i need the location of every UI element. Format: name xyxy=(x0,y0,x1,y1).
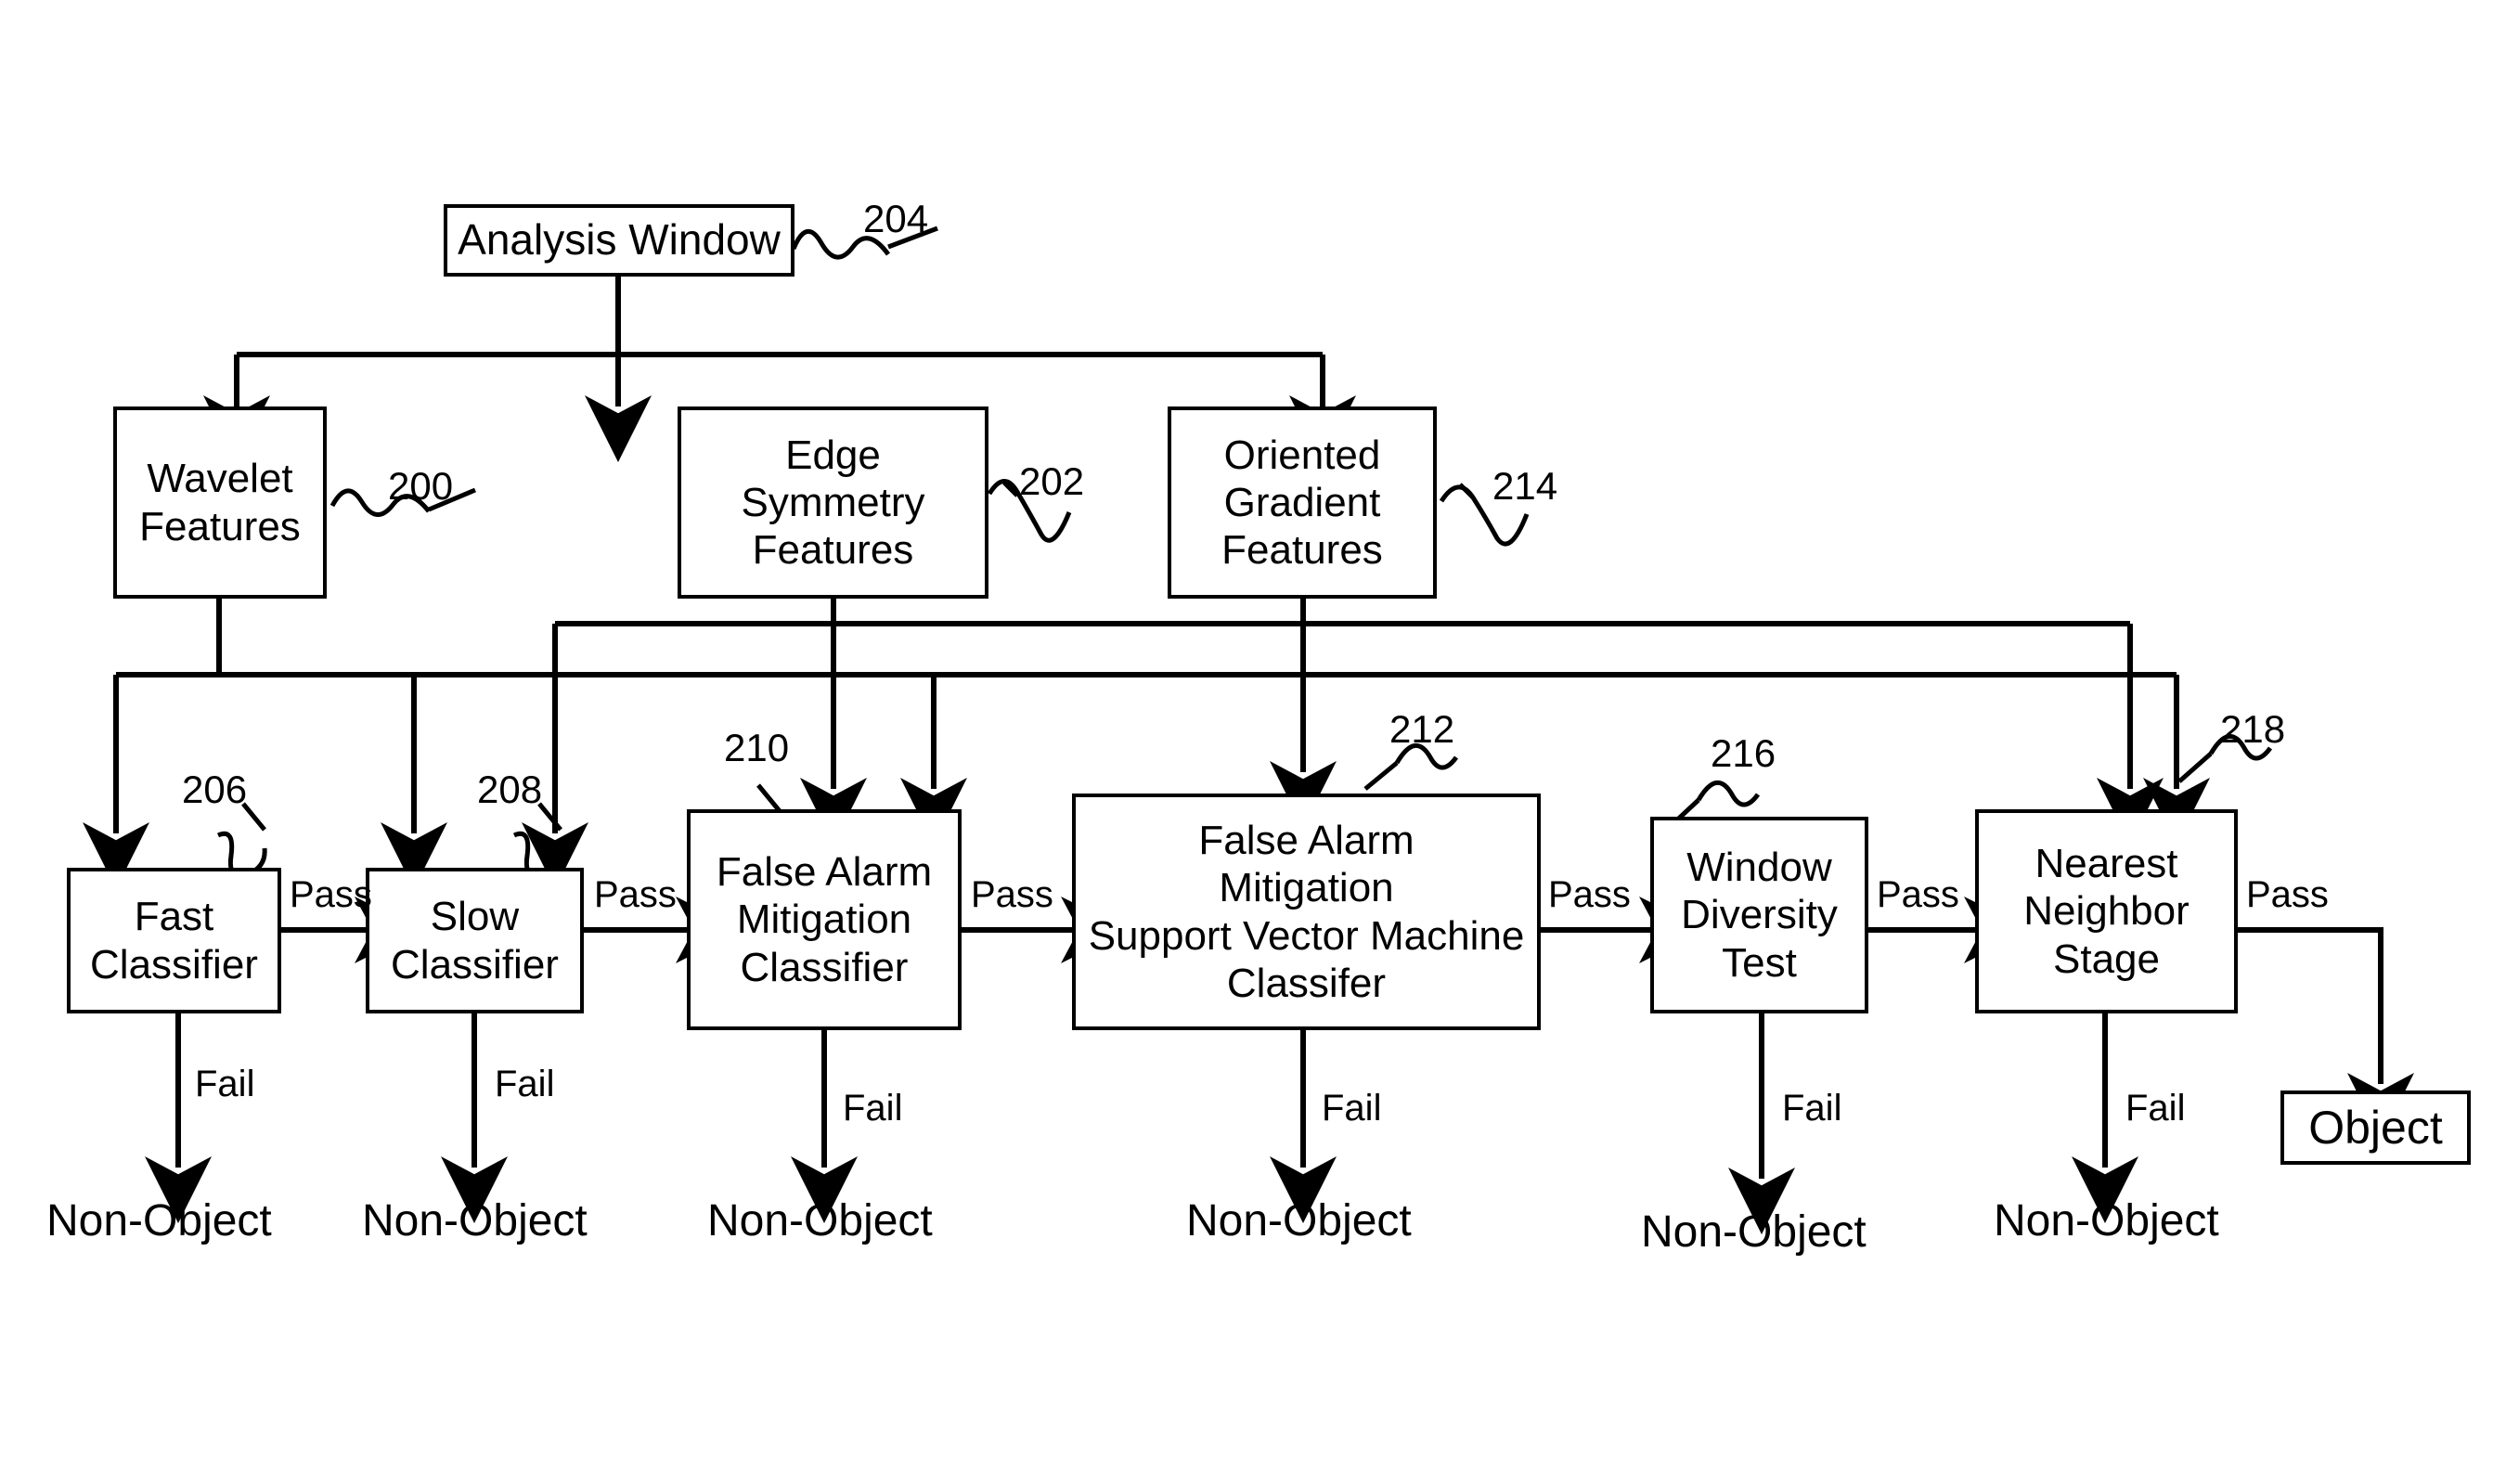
ref-200: 200 xyxy=(388,464,454,508)
leader-tail-202 xyxy=(1002,481,1019,497)
edge-label-pass-svm-to-wdt: Pass xyxy=(1548,874,1631,915)
node-edge-symmetry-features-label: Edge Symmetry Features xyxy=(741,432,925,574)
node-false-alarm-svm-classifier[interactable]: False Alarm Mitigation Support Vector Mach… xyxy=(1072,794,1541,1030)
ref-212: 212 xyxy=(1389,707,1455,751)
edge-label-pass-wdt-to-nn: Pass xyxy=(1877,874,1959,915)
node-wavelet-features[interactable]: Wavelet Features xyxy=(113,406,327,599)
node-object-label: Object xyxy=(2308,1102,2443,1154)
node-false-alarm-svm-classifier-label: False Alarm Mitigation Support Vector Mach… xyxy=(1088,818,1525,1006)
terminal-non-object-6: Non-Object xyxy=(1994,1196,2219,1245)
ref-214: 214 xyxy=(1492,464,1558,508)
node-false-alarm-mitigation-classifier[interactable]: False Alarm Mitigation Classifier xyxy=(687,809,962,1030)
node-wavelet-features-label: Wavelet Features xyxy=(139,456,301,549)
node-window-diversity-test[interactable]: Window Diversity Test xyxy=(1650,817,1868,1013)
edge-label-fail-svm-classifier: Fail xyxy=(1322,1088,1382,1129)
edge-label-fail-fast-classifier: Fail xyxy=(195,1064,255,1104)
ref-202: 202 xyxy=(1019,459,1085,503)
edge-label-fail-fam-classifier: Fail xyxy=(843,1088,903,1129)
leader-216 xyxy=(1696,781,1761,807)
ref-218: 218 xyxy=(2220,707,2286,751)
node-window-diversity-test-label: Window Diversity Test xyxy=(1681,845,1838,986)
terminal-non-object-4: Non-Object xyxy=(1186,1196,1412,1245)
ref-208: 208 xyxy=(477,768,543,811)
leader-tail-212 xyxy=(1363,761,1399,791)
terminal-non-object-1: Non-Object xyxy=(46,1196,272,1245)
node-nearest-neighbor-stage-label: Nearest Neighbor Stage xyxy=(2023,841,2190,982)
node-false-alarm-mitigation-classifier-label: False Alarm Mitigation Classifier xyxy=(716,849,933,990)
node-oriented-gradient-features[interactable]: Oriented Gradient Features xyxy=(1168,406,1437,599)
edge-label-pass-fast-to-slow: Pass xyxy=(290,874,372,915)
terminal-non-object-5: Non-Object xyxy=(1641,1207,1867,1257)
diagram-canvas: Analysis Window 204 Wavelet Features 200 … xyxy=(0,0,2519,1484)
edge-label-fail-nearest-neighbor-stage: Fail xyxy=(2125,1088,2186,1129)
node-analysis-window[interactable]: Analysis Window xyxy=(444,204,794,277)
node-analysis-window-label: Analysis Window xyxy=(458,215,781,265)
edge-label-fail-slow-classifier: Fail xyxy=(495,1064,555,1104)
node-nearest-neighbor-stage[interactable]: Nearest Neighbor Stage xyxy=(1975,809,2238,1013)
edge-label-fail-window-diversity-test: Fail xyxy=(1782,1088,1842,1129)
edge-label-pass-nn-to-object: Pass xyxy=(2246,874,2329,915)
edge-label-pass-fam-to-svm: Pass xyxy=(971,874,1053,915)
leader-tail-210 xyxy=(756,783,782,813)
edge-label-pass-slow-to-fam: Pass xyxy=(594,874,677,915)
node-slow-classifier-label: Slow Classifier xyxy=(391,894,559,987)
arrow-pass-nn-to-object xyxy=(2238,927,2414,1140)
ref-210: 210 xyxy=(724,726,790,769)
ref-204: 204 xyxy=(863,197,929,240)
node-edge-symmetry-features[interactable]: Edge Symmetry Features xyxy=(678,406,988,599)
node-slow-classifier[interactable]: Slow Classifier xyxy=(366,868,584,1013)
node-fast-classifier[interactable]: Fast Classifier xyxy=(67,868,281,1013)
node-object[interactable]: Object xyxy=(2280,1090,2471,1165)
terminal-non-object-3: Non-Object xyxy=(707,1196,933,1245)
connector-layer xyxy=(83,226,2414,1234)
node-fast-classifier-label: Fast Classifier xyxy=(90,894,258,987)
ref-216: 216 xyxy=(1711,731,1776,775)
leader-tail-214 xyxy=(1458,483,1475,499)
ref-206: 206 xyxy=(182,768,248,811)
terminal-non-object-2: Non-Object xyxy=(362,1196,588,1245)
node-oriented-gradient-features-label: Oriented Gradient Features xyxy=(1221,432,1383,574)
leader-tail-218 xyxy=(2177,752,2213,783)
leader-tail-208 xyxy=(537,802,562,832)
